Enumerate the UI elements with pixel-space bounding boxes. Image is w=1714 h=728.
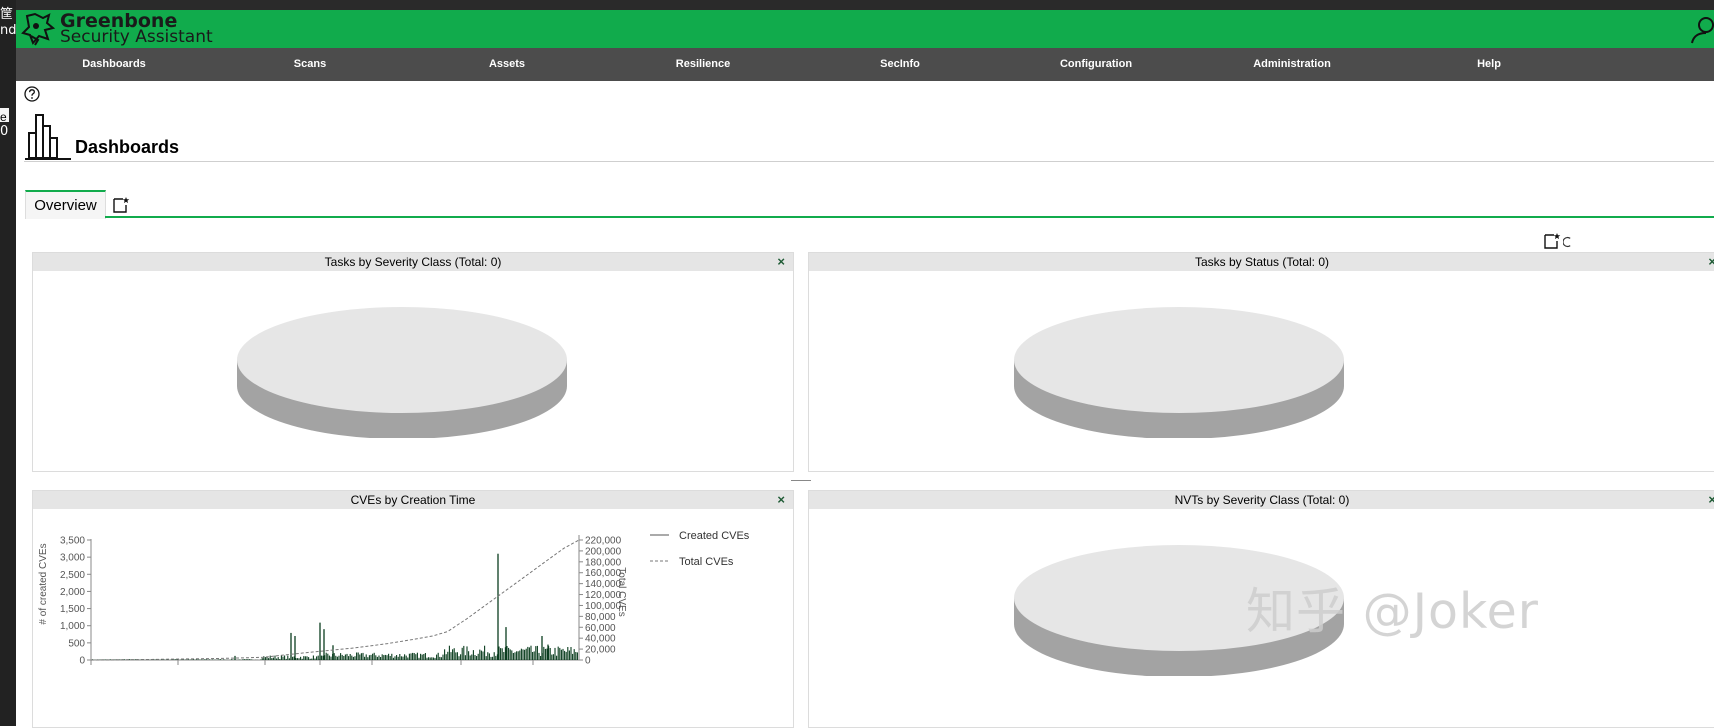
y-right-tick-label: 0	[585, 656, 591, 667]
brand-subtitle: Security Assistant	[60, 27, 213, 47]
title-divider	[24, 161, 1714, 162]
panel-title[interactable]: Tasks by Severity Class (Total: 0)	[33, 253, 793, 271]
cropped-widget: e	[0, 108, 9, 124]
empty-pie-chart	[1014, 545, 1344, 676]
page-title: Dashboards	[75, 137, 180, 157]
nav-resilience[interactable]: Resilience	[605, 48, 801, 81]
tab-overview[interactable]: Overview	[25, 190, 106, 219]
nav-dashboards[interactable]: Dashboards	[16, 48, 212, 81]
reset-dashboard-icon[interactable]	[1563, 236, 1572, 248]
y-left-tick-label: 3,000	[60, 553, 85, 564]
legend-created-label: Created CVEs	[679, 530, 750, 542]
y-right-tick-label: 60,000	[585, 623, 616, 634]
y-right-tick-label: 40,000	[585, 634, 616, 645]
nav-configuration[interactable]: Configuration	[998, 48, 1194, 81]
os-title-bar	[0, 0, 1714, 10]
add-display-icon[interactable]	[1543, 232, 1561, 250]
panel-title[interactable]: NVTs by Severity Class (Total: 0)	[809, 491, 1714, 509]
y-left-tick-label: 500	[68, 638, 85, 649]
brand-bar: Greenbone Security Assistant	[16, 10, 1714, 48]
main-nav: Dashboards Scans Assets Resilience SecIn…	[16, 48, 1714, 81]
y-right-tick-label: 220,000	[585, 536, 622, 547]
panel-nvts-by-severity: NVTs by Severity Class (Total: 0) ×	[808, 490, 1714, 728]
panel-title[interactable]: Tasks by Status (Total: 0)	[809, 253, 1714, 271]
y-left-tick-label: 3,500	[60, 536, 85, 547]
cve-chart: 3,500 3,000 2,500 2,000 1,500 1,000 500 0 220,00…	[38, 530, 750, 667]
tabs-divider	[105, 216, 1714, 218]
panel-tasks-by-status: Tasks by Status (Total: 0) ×	[808, 252, 1714, 472]
empty-pie-chart	[1014, 307, 1344, 438]
dashboard-chart-icon	[25, 114, 71, 160]
add-dashboard-icon[interactable]	[112, 196, 130, 214]
nav-administration[interactable]: Administration	[1194, 48, 1390, 81]
close-icon[interactable]: ×	[1708, 491, 1714, 509]
close-icon[interactable]: ×	[777, 253, 785, 271]
nav-scans[interactable]: Scans	[212, 48, 408, 81]
y-right-tick-label: 80,000	[585, 612, 616, 623]
y-right-tick-label: 20,000	[585, 645, 616, 656]
help-icon[interactable]	[24, 86, 40, 102]
y-left-tick-label: 2,000	[60, 587, 85, 598]
y-right-tick-label: 200,000	[585, 546, 622, 557]
resize-handle[interactable]	[791, 480, 811, 481]
nav-help[interactable]: Help	[1391, 48, 1587, 81]
empty-pie-chart	[237, 307, 567, 438]
desktop-left-strip: 筐 nd e 0	[0, 0, 16, 726]
cropped-text-3: 0	[0, 124, 9, 139]
panel-tasks-by-severity: Tasks by Severity Class (Total: 0) ×	[32, 252, 794, 472]
y-left-tick-label: 2,500	[60, 570, 85, 581]
cropped-text-1: 筐	[0, 7, 14, 22]
y-right-label: Total CVEs	[616, 567, 627, 616]
close-icon[interactable]: ×	[1708, 253, 1714, 271]
legend-total-label: Total CVEs	[679, 556, 734, 568]
y-left-label: # of created CVEs	[38, 543, 49, 624]
y-left-tick-label: 1,000	[60, 621, 85, 632]
panel-cves-by-creation-time: CVEs by Creation Time × 3,500 3,000 2,500 2…	[32, 490, 794, 728]
greenbone-logo-icon[interactable]	[21, 12, 57, 46]
close-icon[interactable]: ×	[777, 491, 785, 509]
nav-secinfo[interactable]: SecInfo	[802, 48, 998, 81]
cropped-text-2: nd	[0, 23, 16, 38]
nav-assets[interactable]: Assets	[409, 48, 605, 81]
user-menu-icon[interactable]	[1690, 16, 1714, 44]
panel-title[interactable]: CVEs by Creation Time	[33, 491, 793, 509]
y-left-tick-label: 1,500	[60, 604, 85, 615]
y-left-tick-label: 0	[79, 656, 85, 667]
